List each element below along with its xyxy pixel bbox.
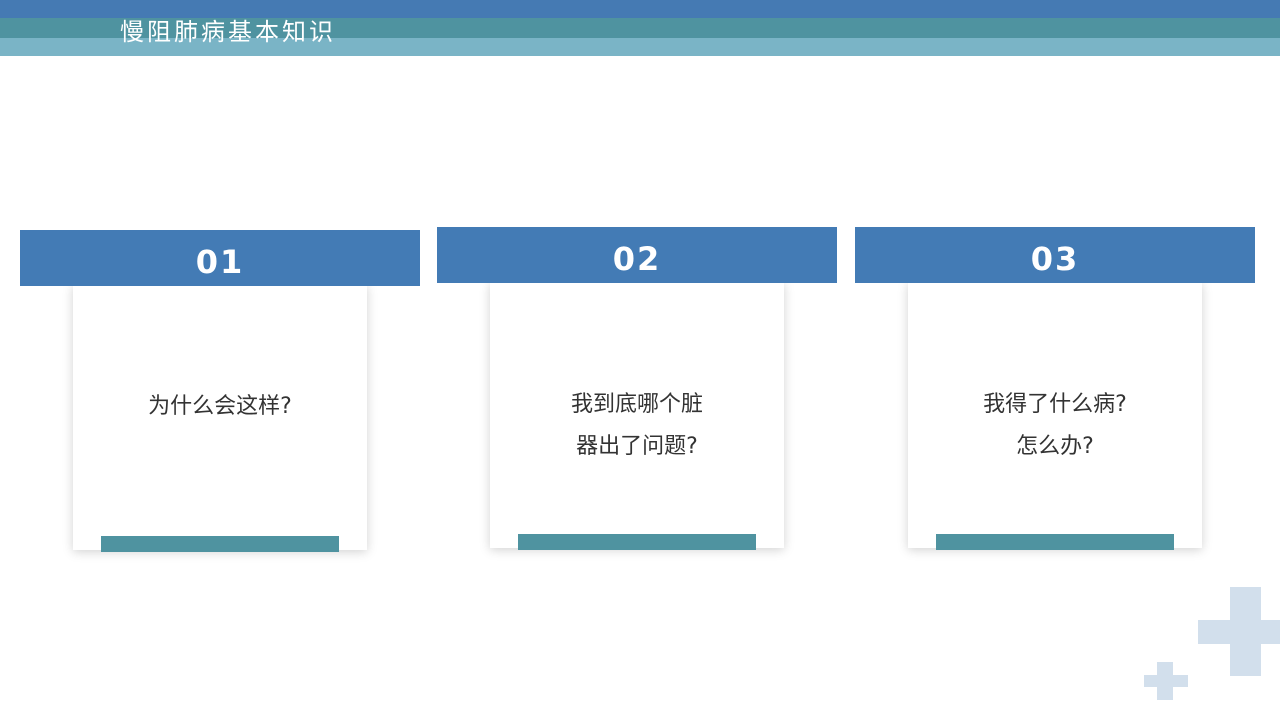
card-body: 为什么会这样? [73,284,367,552]
card-number: 03 [1030,240,1080,278]
card-text-line: 怎么办? [1016,434,1094,459]
plus-cross-small-icon [1144,662,1188,700]
card-02: 我到底哪个脏 器出了问题? 02 [437,227,837,553]
card-body: 我到底哪个脏 器出了问题? [490,282,784,550]
card-text-line: 我得了什么病? [983,392,1127,417]
card-text: 我得了什么病? 怎么办? [908,384,1202,468]
card-text-line: 我到底哪个脏 [570,392,703,417]
card-body: 我得了什么病? 怎么办? [908,282,1202,550]
slide: 慢阻肺病基本知识 为什么会这样? 01 我到底哪个脏 器出了问题? 02 我得了… [0,0,1280,720]
card-01: 为什么会这样? 01 [20,230,420,556]
card-accent-bar [518,534,756,550]
card-number-header: 02 [437,227,837,283]
card-accent-bar [936,534,1174,550]
card-number: 01 [195,243,245,281]
card-number-header: 01 [20,230,420,286]
card-text-line: 为什么会这样? [148,394,292,419]
plus-cross-large-icon [1198,587,1280,676]
card-number: 02 [612,240,662,278]
card-03: 我得了什么病? 怎么办? 03 [855,227,1255,553]
card-accent-bar [101,536,339,552]
card-number-header: 03 [855,227,1255,283]
card-text: 为什么会这样? [73,386,367,428]
card-text: 我到底哪个脏 器出了问题? [490,384,784,468]
slide-title: 慢阻肺病基本知识 [120,18,336,46]
card-text-line: 器出了问题? [576,434,698,459]
